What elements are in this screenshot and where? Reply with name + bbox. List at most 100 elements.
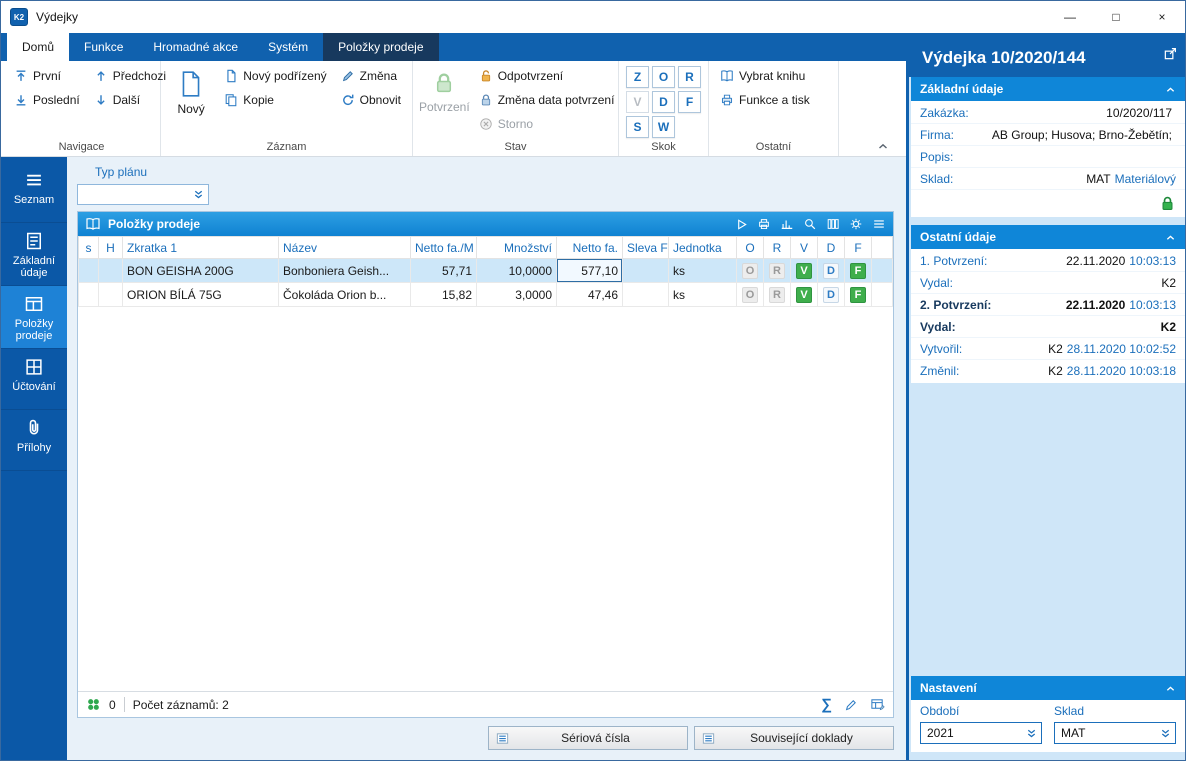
cell-zkratka[interactable]: ORION BÍLÁ 75G xyxy=(122,282,279,307)
col-header-r[interactable]: R xyxy=(763,236,791,259)
sidebar-item-seznam[interactable]: Seznam xyxy=(1,162,67,223)
cell-jednotka[interactable]: ks xyxy=(668,258,737,283)
badge-d[interactable]: D xyxy=(823,262,839,279)
field-popis[interactable]: Popis: xyxy=(911,146,1185,168)
storno-button[interactable]: Storno xyxy=(474,112,620,136)
first-button[interactable]: První xyxy=(9,64,85,88)
col-header-zkratka[interactable]: Zkratka 1 xyxy=(122,236,279,259)
confirm-button[interactable]: Potvrzení xyxy=(419,64,470,136)
table-row[interactable]: ORION BÍLÁ 75G Čokoláda Orion b... 15,82… xyxy=(78,282,893,307)
print-icon[interactable] xyxy=(757,217,771,231)
badge-v[interactable]: V xyxy=(796,262,812,279)
col-header-jednotka[interactable]: Jednotka xyxy=(668,236,737,259)
next-button[interactable]: Další xyxy=(89,88,171,112)
col-header-h[interactable]: H xyxy=(98,236,123,259)
badge-r[interactable]: R xyxy=(769,262,785,279)
open-in-window-icon[interactable] xyxy=(1163,46,1178,61)
cell-jednotka[interactable]: ks xyxy=(668,282,737,307)
jump-s-button[interactable]: S xyxy=(626,116,649,138)
chart-icon[interactable] xyxy=(780,217,794,231)
tab-hromadne-akce[interactable]: Hromadné akce xyxy=(138,33,253,61)
jump-z-button[interactable]: Z xyxy=(626,66,649,88)
col-header-mnozstvi[interactable]: Množství xyxy=(476,236,557,259)
field-sklad[interactable]: Sklad: MAT Materiálový xyxy=(911,168,1185,190)
unconfirm-button[interactable]: Odpotvrzení xyxy=(474,64,620,88)
functions-print-button[interactable]: Funkce a tisk xyxy=(715,88,815,112)
table-edit-icon[interactable] xyxy=(870,697,885,712)
settings-search-icon[interactable] xyxy=(849,217,863,231)
section-header-nastaveni[interactable]: Nastavení xyxy=(911,676,1185,700)
cell-netto-fa-m[interactable]: 15,82 xyxy=(410,282,477,307)
new-child-button[interactable]: Nový podřízený xyxy=(219,64,331,88)
menu-icon[interactable] xyxy=(872,217,886,231)
col-header-f[interactable]: F xyxy=(844,236,872,259)
badge-o[interactable]: O xyxy=(742,286,758,303)
tab-system[interactable]: Systém xyxy=(253,33,323,61)
col-header-netto-fa[interactable]: Netto fa. xyxy=(556,236,623,259)
sidebar-item-prilohy[interactable]: Přílohy xyxy=(1,410,67,471)
cell-netto-fa-focused[interactable]: 577,10 xyxy=(556,258,623,283)
jump-r-button[interactable]: R xyxy=(678,66,701,88)
col-header-netto-fa-m[interactable]: Netto fa./M xyxy=(410,236,477,259)
sklad-combobox[interactable]: MAT xyxy=(1054,722,1176,744)
previous-button[interactable]: Předchozi xyxy=(89,64,171,88)
cell-zkratka[interactable]: BON GEISHA 200G xyxy=(122,258,279,283)
cell-nazev[interactable]: Bonboniera Geish... xyxy=(278,258,411,283)
refresh-button[interactable]: Obnovit xyxy=(336,88,406,112)
field-1-potvrzeni[interactable]: 1. Potvrzení: 22.11.2020 10:03:13 xyxy=(911,250,1185,272)
cell-mnozstvi[interactable]: 3,0000 xyxy=(476,282,557,307)
play-icon[interactable] xyxy=(735,218,748,231)
last-button[interactable]: Poslední xyxy=(9,88,85,112)
copy-button[interactable]: Kopie xyxy=(219,88,331,112)
new-button[interactable]: Nový xyxy=(167,64,215,136)
field-2-potvrzeni[interactable]: 2. Potvrzení: 22.11.2020 10:03:13 xyxy=(911,294,1185,316)
sidebar-item-uctovani[interactable]: Účtování xyxy=(1,349,67,410)
section-header-zakladni-udaje[interactable]: Základní údaje xyxy=(911,77,1185,101)
ribbon-collapse-button[interactable] xyxy=(874,139,892,153)
field-vydal-1[interactable]: Vydal: K2 xyxy=(911,272,1185,294)
badge-f[interactable]: F xyxy=(850,286,866,303)
cell-nazev[interactable]: Čokoláda Orion b... xyxy=(278,282,411,307)
field-firma[interactable]: Firma: AB Group; Husova; Brno-Žebětín; xyxy=(911,124,1185,146)
tab-polozky-prodeje[interactable]: Položky prodeje xyxy=(323,33,439,61)
jump-o-button[interactable]: O xyxy=(652,66,675,88)
jump-d-button[interactable]: D xyxy=(652,91,675,113)
col-header-nazev[interactable]: Název xyxy=(278,236,411,259)
maximize-button[interactable]: □ xyxy=(1093,1,1139,33)
tab-domu[interactable]: Domů xyxy=(7,33,70,61)
table-row[interactable]: BON GEISHA 200G Bonboniera Geish... 57,7… xyxy=(78,258,893,283)
search-gear-icon[interactable] xyxy=(803,217,817,231)
columns-icon[interactable] xyxy=(826,217,840,231)
sum-icon[interactable]: ∑ xyxy=(821,696,832,713)
section-header-ostatni-udaje[interactable]: Ostatní údaje xyxy=(911,225,1185,249)
minimize-button[interactable]: — xyxy=(1047,1,1093,33)
serial-numbers-button[interactable]: Sériová čísla xyxy=(488,726,688,750)
select-book-button[interactable]: Vybrat knihu xyxy=(715,64,815,88)
sidebar-item-zakladni-udaje[interactable]: Základní údaje xyxy=(1,223,67,286)
jump-w-button[interactable]: W xyxy=(652,116,675,138)
cell-netto-fa[interactable]: 47,46 xyxy=(556,282,623,307)
related-documents-button[interactable]: Související doklady xyxy=(694,726,894,750)
change-button[interactable]: Změna xyxy=(336,64,406,88)
field-vytvoril[interactable]: Vytvořil: K2 28.11.2020 10:02:52 xyxy=(911,338,1185,360)
close-button[interactable]: × xyxy=(1139,1,1185,33)
cell-sleva-f[interactable] xyxy=(622,282,669,307)
col-header-v[interactable]: V xyxy=(790,236,818,259)
badge-r[interactable]: R xyxy=(769,286,785,303)
col-header-sleva-f[interactable]: Sleva F xyxy=(622,236,669,259)
field-vydal-2[interactable]: Vydal: K2 xyxy=(911,316,1185,338)
obdobi-combobox[interactable]: 2021 xyxy=(920,722,1042,744)
field-zakazka[interactable]: Zakázka: 10/2020/117 xyxy=(911,102,1185,124)
jump-f-button[interactable]: F xyxy=(678,91,701,113)
col-header-s[interactable]: s xyxy=(78,236,99,259)
change-confirm-date-button[interactable]: Změna data potvrzení xyxy=(474,88,620,112)
cell-mnozstvi[interactable]: 10,0000 xyxy=(476,258,557,283)
badge-o[interactable]: O xyxy=(742,262,758,279)
edit-pencil-icon[interactable] xyxy=(844,698,858,712)
cell-netto-fa-m[interactable]: 57,71 xyxy=(410,258,477,283)
col-header-o[interactable]: O xyxy=(736,236,764,259)
field-zmenil[interactable]: Změnil: K2 28.11.2020 10:03:18 xyxy=(911,360,1185,382)
jump-v-button[interactable]: V xyxy=(626,91,649,113)
badge-d[interactable]: D xyxy=(823,286,839,303)
badge-v[interactable]: V xyxy=(796,286,812,303)
